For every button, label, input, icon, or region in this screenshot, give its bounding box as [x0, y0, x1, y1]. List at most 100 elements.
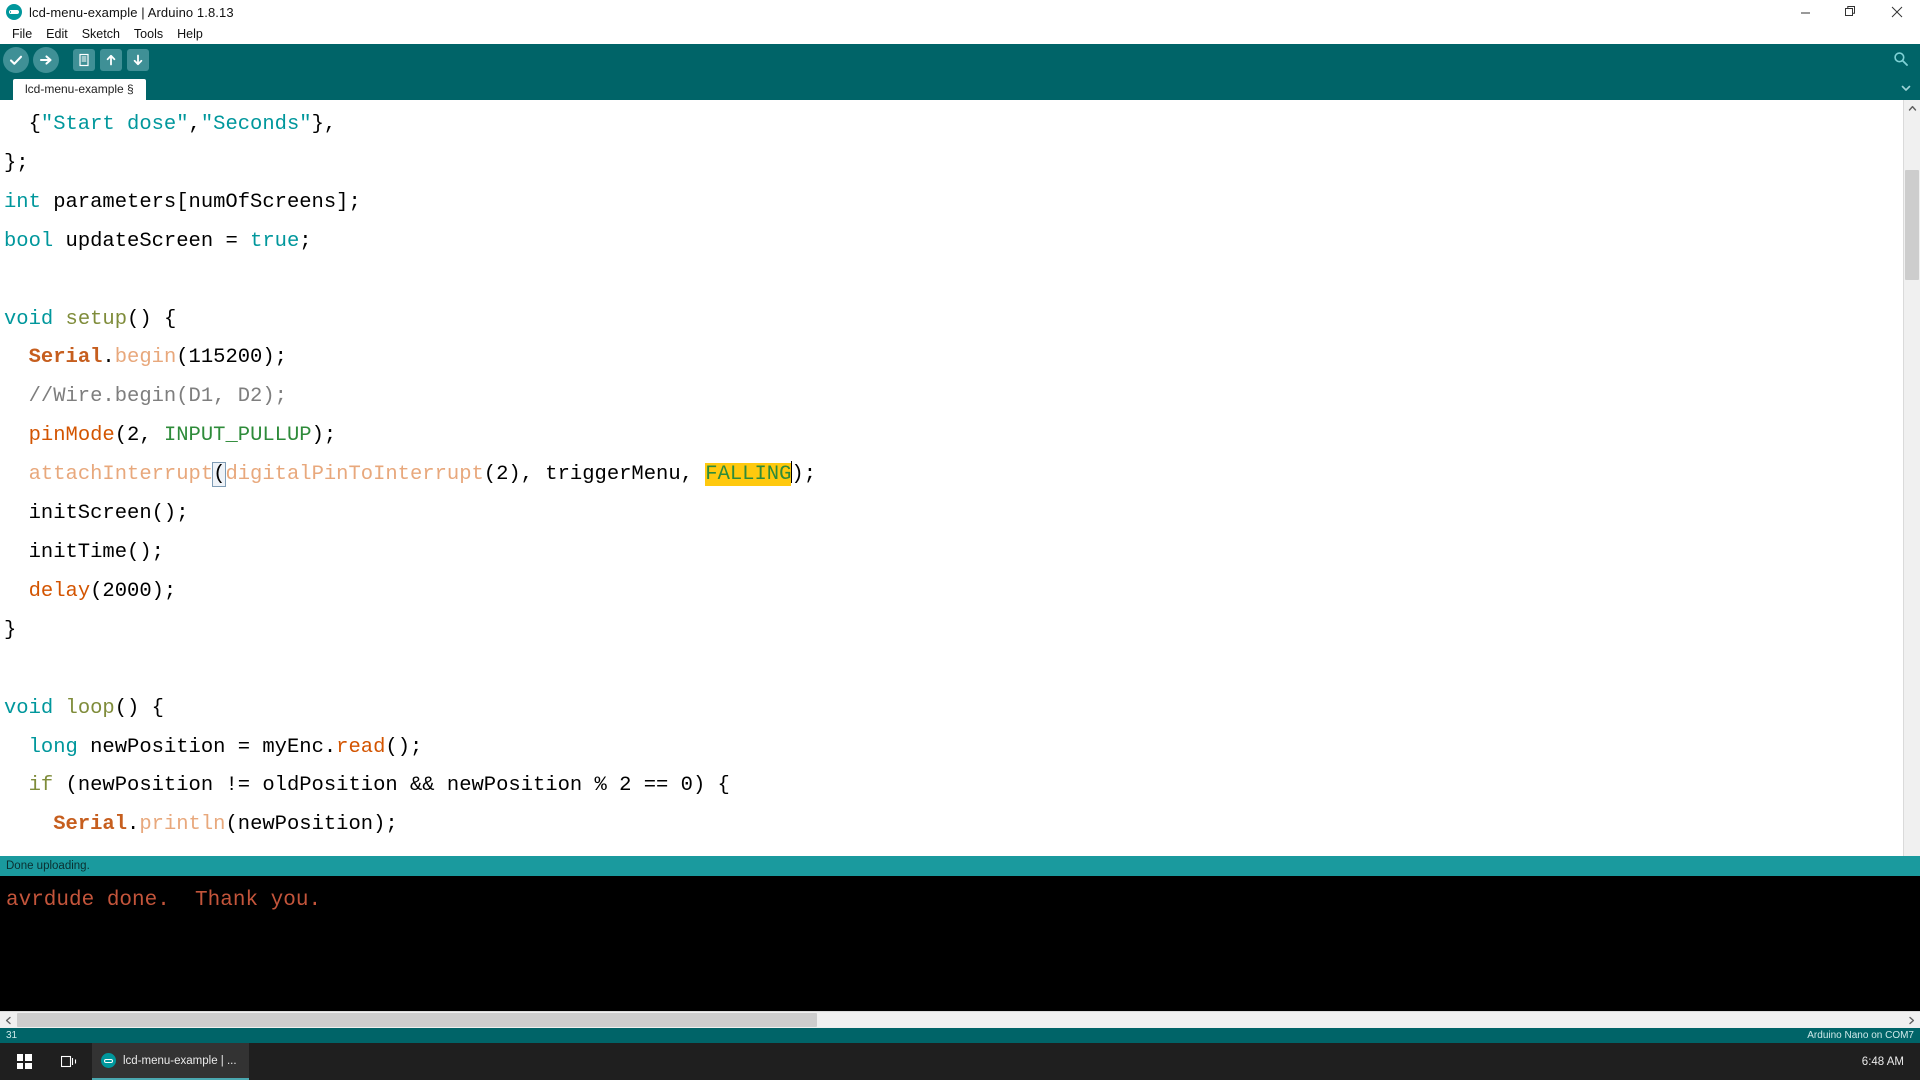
code-token: updateScreen = — [53, 229, 251, 253]
code-token: }; — [4, 151, 29, 175]
status-message: Done uploading. — [6, 860, 90, 872]
verify-button[interactable] — [3, 47, 29, 73]
code-line: void setup() { — [4, 308, 176, 331]
code-text[interactable]: {"Start dose","Seconds"}, }; int paramet… — [4, 106, 1903, 845]
taskbar-clock[interactable]: 6:48 AM — [1862, 1056, 1920, 1068]
code-token: ); — [311, 424, 337, 448]
editor-scroll-thumb[interactable] — [1905, 170, 1919, 280]
code-token: void — [4, 696, 54, 720]
menu-item-tools[interactable]: Tools — [127, 25, 170, 44]
code-token: "Seconds" — [200, 113, 312, 136]
code-line: int parameters[numOfScreens]; — [4, 191, 361, 214]
code-token: . — [102, 346, 115, 370]
code-token: Serial — [28, 346, 103, 370]
code-token: Serial — [53, 813, 128, 837]
tab-bar: lcd-menu-example § — [0, 76, 1920, 100]
console-horizontal-scrollbar[interactable] — [0, 1011, 1920, 1028]
code-token: begin — [114, 346, 177, 370]
code-token: INPUT_PULLUP — [163, 424, 312, 448]
code-line: }; — [4, 152, 29, 175]
code-token: ; — [299, 229, 312, 253]
taskbar-item-arduino[interactable]: lcd-menu-example | ... — [92, 1043, 249, 1080]
code-token: ( — [212, 462, 227, 488]
menu-item-sketch[interactable]: Sketch — [75, 25, 127, 44]
code-token: % — [594, 774, 607, 798]
code-token: println — [139, 813, 226, 837]
code-token: 2 == 0) { — [606, 774, 730, 798]
code-line: {"Start dose","Seconds"}, — [4, 113, 337, 136]
board-port-indicator: Arduino Nano on COM7 — [1807, 1030, 1914, 1041]
code-token: , — [188, 113, 201, 136]
console-scroll-track[interactable] — [17, 1011, 1903, 1028]
menu-item-file[interactable]: File — [5, 25, 39, 44]
code-token: setup — [65, 307, 128, 331]
start-button[interactable] — [0, 1043, 48, 1080]
code-line: } — [4, 619, 16, 642]
editor-area: {"Start dose","Seconds"}, }; int paramet… — [0, 100, 1920, 856]
code-token: (); — [385, 735, 423, 759]
new-sketch-button[interactable] — [73, 49, 95, 71]
upload-button[interactable] — [33, 47, 59, 73]
editor-vertical-scrollbar[interactable] — [1903, 100, 1920, 856]
code-token: if — [28, 774, 54, 798]
tab-lcd-menu-example[interactable]: lcd-menu-example § — [13, 79, 146, 100]
taskbar-item-label: lcd-menu-example | ... — [123, 1054, 237, 1067]
code-line: long newPosition = myEnc.read(); — [4, 735, 423, 759]
code-token: long — [28, 735, 78, 759]
status-message-bar: Done uploading. — [0, 856, 1920, 876]
menu-bar: File Edit Sketch Tools Help — [0, 24, 1920, 44]
code-token: void — [4, 307, 54, 331]
code-editor[interactable]: {"Start dose","Seconds"}, }; int paramet… — [0, 100, 1903, 856]
code-token: initScreen(); — [4, 502, 189, 526]
code-token: true — [250, 229, 300, 253]
code-token: attachInterrupt — [28, 463, 214, 487]
code-token: . — [127, 813, 140, 837]
code-token: () { — [127, 307, 177, 331]
bottom-status-bar: 31 Arduino Nano on COM7 — [0, 1028, 1920, 1043]
windows-taskbar: lcd-menu-example | ... 6:48 AM — [0, 1043, 1920, 1080]
toolbar — [0, 44, 1920, 76]
code-line: delay(2000); — [4, 579, 177, 603]
close-button[interactable] — [1874, 0, 1920, 24]
console-output[interactable]: avrdude done. Thank you. — [0, 876, 1920, 1028]
code-token: //Wire.begin(D1, D2); — [4, 385, 287, 409]
console-scroll-thumb[interactable] — [17, 1012, 817, 1027]
open-sketch-button[interactable] — [100, 49, 122, 71]
code-token: newPosition — [434, 774, 595, 798]
code-line: pinMode(2, INPUT_PULLUP); — [4, 424, 337, 448]
code-token: pinMode — [28, 424, 115, 448]
selected-token: FALLING — [705, 463, 792, 487]
arduino-logo-icon — [101, 1053, 116, 1068]
scroll-up-arrow-icon[interactable] — [1904, 100, 1920, 117]
code-line: initScreen(); — [4, 502, 189, 525]
scroll-left-arrow-icon[interactable] — [0, 1011, 17, 1028]
code-line: //Wire.begin(D1, D2); — [4, 385, 287, 408]
tab-menu-chevron-down-icon[interactable] — [1898, 80, 1914, 96]
code-token: delay — [28, 579, 91, 603]
code-token: } — [4, 618, 17, 642]
code-token: initTime(); — [4, 540, 164, 564]
maximize-restore-button[interactable] — [1828, 0, 1874, 24]
serial-monitor-icon[interactable] — [1890, 48, 1912, 70]
code-token: nu, — [656, 463, 706, 487]
scroll-right-arrow-icon[interactable] — [1903, 1011, 1920, 1028]
code-token: "Start dose" — [40, 113, 189, 136]
save-sketch-button[interactable] — [127, 49, 149, 71]
task-view-button[interactable] — [48, 1043, 92, 1080]
code-line: Serial.println(newPosition); — [4, 813, 397, 837]
code-token: parameters[numOfScreens]; — [40, 190, 361, 214]
code-token: (2, — [114, 424, 164, 448]
menu-item-help[interactable]: Help — [170, 25, 210, 44]
minimize-button[interactable] — [1782, 0, 1828, 24]
code-token: loop — [65, 696, 115, 720]
console-line: avrdude done. Thank you. — [6, 889, 322, 912]
code-token: (115200); — [176, 346, 287, 370]
menu-item-edit[interactable]: Edit — [39, 25, 75, 44]
